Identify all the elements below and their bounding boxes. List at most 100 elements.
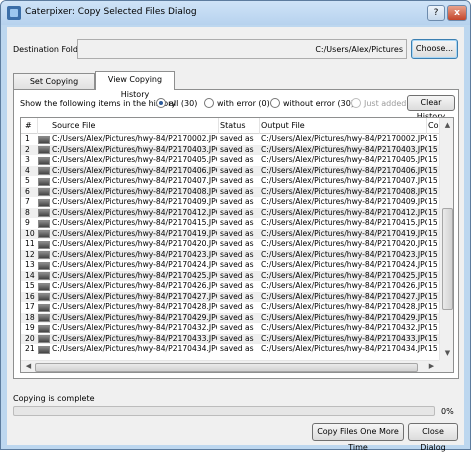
row-number: 7: [25, 197, 30, 206]
table-row[interactable]: 12 C:/Users/Alex/Pictures/hwy-84/P2170423…: [21, 249, 439, 260]
table-row[interactable]: 6 C:/Users/Alex/Pictures/hwy-84/P2170408.…: [21, 186, 439, 197]
row-number: 6: [25, 186, 30, 196]
horizontal-scrollbar[interactable]: ◀ ▶: [21, 360, 439, 372]
table-row[interactable]: 11 C:/Users/Alex/Pictures/hwy-84/P2170420…: [21, 239, 439, 250]
status-cell: saved as: [220, 323, 254, 332]
choose-folder-button[interactable]: Choose...: [411, 39, 458, 59]
column-header-source-file[interactable]: Source File: [52, 121, 95, 130]
progress-percent: 0%: [441, 407, 454, 416]
destination-folder-field[interactable]: C:/Users/Alex/Pictures: [77, 39, 407, 59]
status-cell: saved as: [220, 333, 254, 343]
table-row[interactable]: 16 C:/Users/Alex/Pictures/hwy-84/P2170427…: [21, 291, 439, 302]
output-file-cell: C:/Users/Alex/Pictures/hwy-84/P2170408.J…: [261, 186, 427, 196]
status-cell: saved as: [220, 270, 254, 280]
table-row[interactable]: 3 C:/Users/Alex/Pictures/hwy-84/P2170405.…: [21, 155, 439, 166]
filter-just-added-label: Just added: [364, 99, 407, 108]
source-file-cell: C:/Users/Alex/Pictures/hwy-84/P2170002.J…: [52, 134, 217, 143]
column-header-output-file[interactable]: Output File: [261, 121, 305, 130]
table-row[interactable]: 21 C:/Users/Alex/Pictures/hwy-84/P2170434…: [21, 344, 439, 355]
history-tab-panel: Show the following items in the history …: [13, 89, 459, 379]
help-button[interactable]: ?: [427, 5, 445, 21]
scroll-up-arrow-icon[interactable]: ▲: [440, 118, 453, 132]
column-divider[interactable]: [37, 118, 38, 134]
row-number: 17: [25, 302, 35, 311]
thumbnail-image: [38, 282, 50, 291]
tab-set-copying-options[interactable]: Set Copying Options: [13, 73, 95, 101]
output-file-cell: C:/Users/Alex/Pictures/hwy-84/P2170405.J…: [261, 155, 427, 164]
output-file-cell: C:/Users/Alex/Pictures/hwy-84/P2170432.J…: [261, 323, 427, 332]
output-file-cell: C:/Users/Alex/Pictures/hwy-84/P2170427.J…: [261, 291, 427, 301]
row-number: 19: [25, 323, 35, 332]
extra-cell: 15: [428, 144, 438, 154]
status-cell: saved as: [220, 312, 254, 322]
table-row[interactable]: 13 C:/Users/Alex/Pictures/hwy-84/P2170424…: [21, 260, 439, 271]
copy-again-button[interactable]: Copy Files One More Time: [312, 423, 404, 452]
row-number: 10: [25, 228, 35, 238]
output-file-cell: C:/Users/Alex/Pictures/hwy-84/P2170407.J…: [261, 176, 427, 185]
column-header-status[interactable]: Status: [220, 121, 246, 130]
thumbnail-image: [38, 293, 50, 301]
table-row[interactable]: 2 C:/Users/Alex/Pictures/hwy-84/P2170403.…: [21, 144, 439, 155]
tab-view-copying-history[interactable]: View Copying History: [95, 71, 175, 99]
close-dialog-button[interactable]: Close Dialog: [408, 423, 458, 452]
output-file-cell: C:/Users/Alex/Pictures/hwy-84/P2170403.J…: [261, 144, 427, 154]
scroll-down-arrow-icon[interactable]: ▼: [440, 346, 453, 360]
table-row[interactable]: 5 C:/Users/Alex/Pictures/hwy-84/P2170407.…: [21, 176, 439, 187]
history-table: # Source File Status Output File Co 1 C:/…: [20, 117, 454, 373]
extra-cell: 15: [428, 134, 438, 143]
filter-with-error-radio[interactable]: [204, 98, 214, 108]
column-divider[interactable]: [259, 118, 260, 134]
row-number: 15: [25, 281, 35, 290]
extra-cell: 15: [428, 218, 438, 227]
title-bar[interactable]: Caterpixer: Copy Selected Files Dialog ?…: [1, 1, 470, 25]
horizontal-scroll-thumb[interactable]: [35, 363, 418, 372]
copy-status-label: Copying is complete: [13, 394, 95, 403]
source-file-cell: C:/Users/Alex/Pictures/hwy-84/P2170420.J…: [52, 239, 217, 248]
output-file-cell: C:/Users/Alex/Pictures/hwy-84/P2170425.J…: [261, 270, 427, 280]
table-row[interactable]: 18 C:/Users/Alex/Pictures/hwy-84/P2170429…: [21, 312, 439, 323]
column-divider[interactable]: [426, 118, 427, 134]
close-window-button[interactable]: x: [447, 5, 467, 21]
row-number: 16: [25, 291, 35, 301]
thumbnail-image: [38, 198, 50, 207]
source-file-cell: C:/Users/Alex/Pictures/hwy-84/P2170419.J…: [52, 228, 217, 238]
extra-cell: 15: [428, 239, 438, 248]
filter-all-label: all (30): [169, 99, 198, 108]
output-file-cell: C:/Users/Alex/Pictures/hwy-84/P2170409.J…: [261, 197, 427, 206]
table-row[interactable]: 1 C:/Users/Alex/Pictures/hwy-84/P2170002.…: [21, 134, 439, 145]
source-file-cell: C:/Users/Alex/Pictures/hwy-84/P2170429.J…: [52, 312, 217, 322]
source-file-cell: C:/Users/Alex/Pictures/hwy-84/P2170409.J…: [52, 197, 217, 206]
thumbnail-image: [38, 251, 50, 259]
extra-cell: 15: [428, 333, 438, 343]
extra-cell: 15: [428, 176, 438, 185]
table-row[interactable]: 20 C:/Users/Alex/Pictures/hwy-84/P2170433…: [21, 333, 439, 344]
table-row[interactable]: 17 C:/Users/Alex/Pictures/hwy-84/P2170428…: [21, 302, 439, 313]
row-number: 11: [25, 239, 35, 248]
thumbnail-image: [38, 219, 50, 228]
column-header-extra[interactable]: Co: [428, 121, 438, 130]
table-row[interactable]: 8 C:/Users/Alex/Pictures/hwy-84/P2170412.…: [21, 207, 439, 218]
filter-all-radio[interactable]: [156, 98, 166, 108]
scroll-right-arrow-icon[interactable]: ▶: [424, 360, 439, 372]
table-row[interactable]: 15 C:/Users/Alex/Pictures/hwy-84/P2170426…: [21, 281, 439, 292]
source-file-cell: C:/Users/Alex/Pictures/hwy-84/P2170434.J…: [52, 344, 217, 353]
table-row[interactable]: 10 C:/Users/Alex/Pictures/hwy-84/P2170419…: [21, 228, 439, 239]
extra-cell: 15: [428, 260, 438, 269]
status-cell: saved as: [220, 281, 254, 290]
row-number: 1: [25, 134, 30, 143]
table-row[interactable]: 4 C:/Users/Alex/Pictures/hwy-84/P2170406.…: [21, 165, 439, 176]
vertical-scroll-thumb[interactable]: [442, 208, 453, 310]
table-row[interactable]: 7 C:/Users/Alex/Pictures/hwy-84/P2170409.…: [21, 197, 439, 208]
thumbnail-image: [38, 272, 50, 280]
table-row[interactable]: 19 C:/Users/Alex/Pictures/hwy-84/P2170432…: [21, 323, 439, 334]
scroll-left-arrow-icon[interactable]: ◀: [21, 360, 36, 372]
table-row[interactable]: 9 C:/Users/Alex/Pictures/hwy-84/P2170415.…: [21, 218, 439, 229]
clear-history-button[interactable]: Clear History: [407, 95, 455, 121]
column-header-number[interactable]: #: [25, 121, 32, 130]
vertical-scrollbar[interactable]: ▲ ▼: [439, 118, 453, 360]
status-cell: saved as: [220, 176, 254, 185]
column-divider[interactable]: [218, 118, 219, 134]
filter-without-error-radio[interactable]: [270, 98, 280, 108]
table-row[interactable]: 14 C:/Users/Alex/Pictures/hwy-84/P2170425…: [21, 270, 439, 281]
extra-cell: 15: [428, 207, 438, 217]
